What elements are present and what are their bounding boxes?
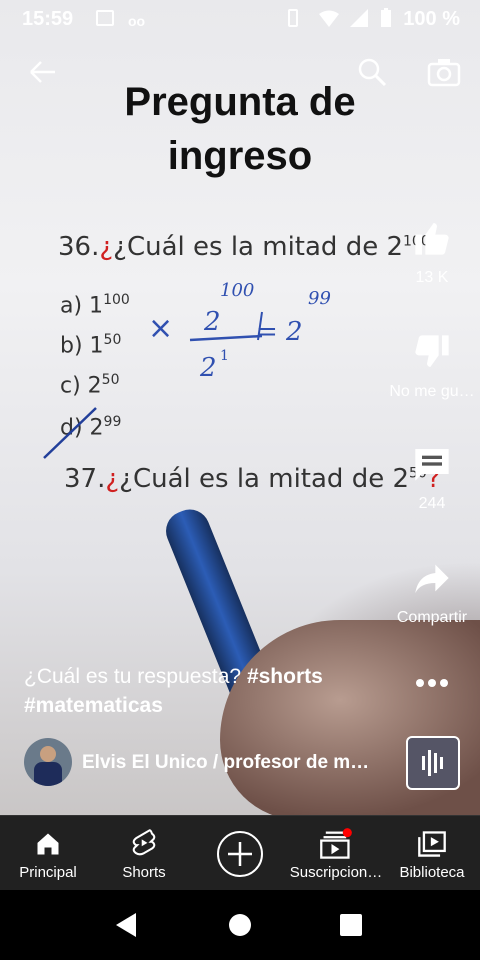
bottom-nav: Principal Shorts Suscripcion… Biblioteca	[0, 815, 480, 891]
plus-icon	[217, 831, 263, 877]
hw-times: ×	[148, 311, 173, 346]
video-caption[interactable]: ¿Cuál es tu respuesta? #shorts #matemati…	[24, 662, 384, 720]
subscriptions-icon	[320, 828, 352, 859]
hashtag-shorts[interactable]: #shorts	[247, 665, 323, 688]
image-icon	[96, 10, 114, 26]
system-nav-bar	[0, 890, 480, 960]
like-count: 13 K	[415, 269, 449, 286]
wifi-icon	[319, 10, 339, 27]
caption-text: ¿Cuál es tu respuesta?	[24, 665, 247, 688]
nav-subscriptions-label: Suscripcion…	[289, 864, 383, 881]
arrow-left-icon	[30, 61, 55, 83]
vibrate-icon	[288, 9, 298, 27]
comments-button[interactable]: 244	[384, 444, 480, 513]
nav-principal-label: Principal	[19, 864, 77, 881]
home-icon	[37, 833, 59, 855]
like-button[interactable]: 13 K	[384, 218, 480, 287]
voicemail-icon: oo	[128, 13, 146, 29]
status-bar: 15:59 oo 100 %	[0, 0, 480, 40]
back-button[interactable]	[22, 52, 62, 92]
hw-den: 2	[199, 353, 217, 383]
nav-principal[interactable]: Principal	[0, 816, 96, 891]
hw-num: 2	[203, 307, 221, 337]
hw-top: 100	[220, 280, 254, 301]
hashtag-matematicas[interactable]: #matematicas	[24, 694, 163, 717]
search-button[interactable]	[352, 52, 392, 92]
channel-name[interactable]: Elvis El Unico / profesor de m…	[82, 752, 372, 774]
share-label: Compartir	[396, 609, 468, 626]
thumbs-up-icon	[415, 223, 449, 255]
channel-row: Elvis El Unico / profesor de m…	[24, 736, 460, 790]
dislike-button[interactable]: No me gu…	[384, 332, 480, 401]
nav-subscriptions[interactable]: Suscripcion…	[288, 816, 384, 891]
hw-result-exp: 99	[308, 288, 331, 309]
camera-button[interactable]	[422, 52, 466, 92]
sound-button[interactable]	[406, 736, 460, 790]
home-circle-icon[interactable]	[228, 913, 252, 937]
battery-percent: 100 %	[403, 8, 460, 30]
status-time: 15:59	[22, 8, 74, 30]
nav-shorts[interactable]: Shorts	[96, 816, 192, 891]
more-button[interactable]	[384, 666, 480, 700]
sound-wave-icon	[422, 750, 443, 776]
hw-den-exp: 1	[220, 348, 229, 364]
comment-icon	[415, 449, 449, 481]
back-triangle-icon[interactable]	[114, 912, 138, 938]
nav-shorts-label: Shorts	[122, 864, 166, 881]
more-icon	[416, 679, 448, 687]
avatar[interactable]	[24, 738, 72, 786]
share-button[interactable]: Compartir	[384, 558, 480, 627]
search-icon	[358, 58, 387, 87]
shorts-icon	[132, 829, 156, 856]
dislike-label: No me gu…	[389, 383, 475, 400]
camera-icon	[427, 59, 461, 87]
hw-result: = 2	[256, 317, 303, 347]
nav-library[interactable]: Biblioteca	[384, 816, 480, 891]
thumbs-down-icon	[415, 335, 449, 367]
comments-count: 244	[418, 495, 446, 512]
recents-square-icon[interactable]	[340, 914, 362, 936]
nav-library-label: Biblioteca	[399, 864, 465, 881]
battery-icon	[381, 8, 391, 27]
nav-create[interactable]	[192, 816, 288, 891]
share-icon	[415, 564, 449, 593]
signal-icon	[350, 9, 368, 27]
library-icon	[418, 831, 446, 857]
